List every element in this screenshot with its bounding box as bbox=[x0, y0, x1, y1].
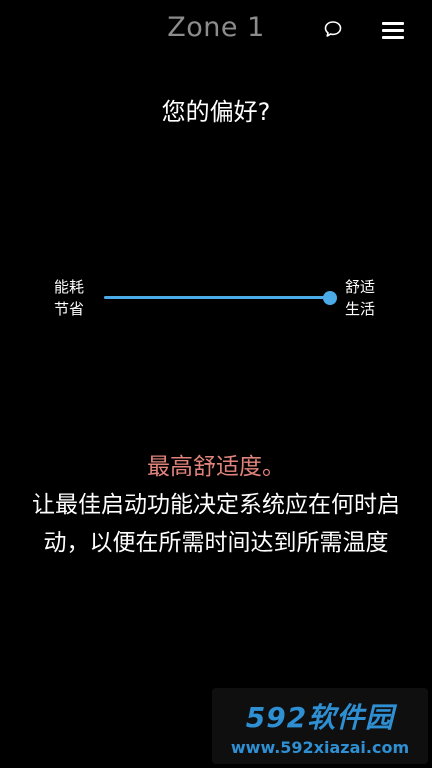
description-title: 最高舒适度。 bbox=[147, 454, 285, 480]
site-watermark: 592软件园 www.592xiazai.com bbox=[212, 688, 428, 764]
hamburger-menu-icon[interactable] bbox=[382, 20, 406, 40]
preference-slider[interactable] bbox=[104, 290, 337, 305]
slider-thumb[interactable] bbox=[323, 290, 337, 305]
preference-question: 您的偏好? bbox=[161, 98, 271, 126]
speech-bubble-icon[interactable] bbox=[323, 19, 343, 39]
comfort-living-label: 舒适 生活 bbox=[345, 278, 376, 318]
zone-title: Zone 1 bbox=[167, 12, 265, 43]
preference-slider-row: 能耗 节省 舒适 生活 bbox=[0, 270, 432, 330]
watermark-url: www.592xiazai.com bbox=[230, 738, 410, 757]
mode-description: 最高舒适度。 让最佳启动功能决定系统应在何时启动，以便在所需时间达到所需温度 bbox=[16, 448, 416, 562]
description-body: 让最佳启动功能决定系统应在何时启动，以便在所需时间达到所需温度 bbox=[32, 492, 400, 556]
slider-fill bbox=[104, 296, 330, 299]
watermark-brand: 592软件园 bbox=[245, 701, 395, 734]
app-header: Zone 1 bbox=[0, 0, 432, 58]
energy-saving-label: 能耗 节省 bbox=[54, 278, 85, 318]
